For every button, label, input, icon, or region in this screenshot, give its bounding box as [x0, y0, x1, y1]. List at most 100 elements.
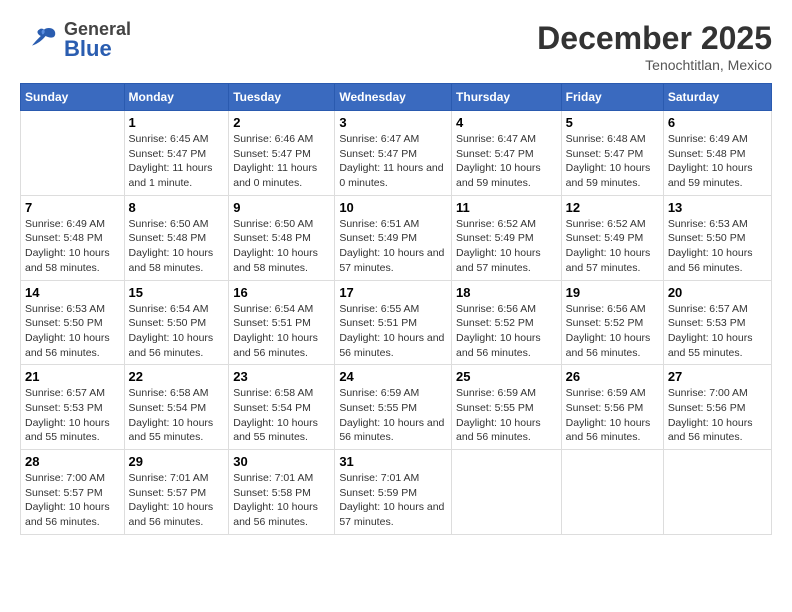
cell-content: Sunrise: 6:56 AMSunset: 5:52 PMDaylight:…	[566, 302, 659, 361]
cell-content: Sunrise: 6:54 AMSunset: 5:50 PMDaylight:…	[129, 302, 225, 361]
cell-content: Sunrise: 6:50 AMSunset: 5:48 PMDaylight:…	[233, 217, 330, 276]
day-number: 31	[339, 454, 447, 469]
day-number: 1	[129, 115, 225, 130]
header-day-thursday: Thursday	[452, 84, 562, 111]
calendar-week-row: 7 Sunrise: 6:49 AMSunset: 5:48 PMDaylight…	[21, 195, 772, 280]
location: Tenochtitlan, Mexico	[537, 57, 772, 73]
logo-icon	[20, 20, 60, 60]
cell-content: Sunrise: 7:01 AMSunset: 5:58 PMDaylight:…	[233, 471, 330, 530]
calendar-cell: 5 Sunrise: 6:48 AMSunset: 5:47 PMDaylight…	[561, 111, 663, 196]
calendar-cell: 25Sunrise: 6:59 AMSunset: 5:55 PMDayligh…	[452, 365, 562, 450]
day-number: 20	[668, 285, 767, 300]
calendar-cell: 9 Sunrise: 6:50 AMSunset: 5:48 PMDaylight…	[229, 195, 335, 280]
calendar-week-row: 28Sunrise: 7:00 AMSunset: 5:57 PMDayligh…	[21, 450, 772, 535]
day-number: 2	[233, 115, 330, 130]
header-day-friday: Friday	[561, 84, 663, 111]
logo-text: General Blue	[64, 20, 131, 60]
cell-content: Sunrise: 7:00 AMSunset: 5:56 PMDaylight:…	[668, 386, 767, 445]
day-number: 18	[456, 285, 557, 300]
calendar-cell: 18 Sunrise: 6:56 AMSunset: 5:52 PMDayligh…	[452, 280, 562, 365]
calendar-cell: 16 Sunrise: 6:54 AMSunset: 5:51 PMDayligh…	[229, 280, 335, 365]
calendar-week-row: 1 Sunrise: 6:45 AMSunset: 5:47 PMDaylight…	[21, 111, 772, 196]
calendar-cell: 29 Sunrise: 7:01 AMSunset: 5:57 PMDayligh…	[124, 450, 229, 535]
calendar-cell: 21 Sunrise: 6:57 AMSunset: 5:53 PMDayligh…	[21, 365, 125, 450]
cell-content: Sunrise: 6:51 AMSunset: 5:49 PMDaylight:…	[339, 217, 447, 276]
calendar-cell: 4Sunrise: 6:47 AMSunset: 5:47 PMDaylight…	[452, 111, 562, 196]
day-number: 14	[25, 285, 120, 300]
calendar-cell	[452, 450, 562, 535]
day-number: 26	[566, 369, 659, 384]
calendar-cell: 8 Sunrise: 6:50 AMSunset: 5:48 PMDaylight…	[124, 195, 229, 280]
day-number: 27	[668, 369, 767, 384]
cell-content: Sunrise: 6:54 AMSunset: 5:51 PMDaylight:…	[233, 302, 330, 361]
calendar-table: SundayMondayTuesdayWednesdayThursdayFrid…	[20, 83, 772, 535]
month-title: December 2025	[537, 20, 772, 57]
day-number: 24	[339, 369, 447, 384]
cell-content: Sunrise: 6:58 AMSunset: 5:54 PMDaylight:…	[233, 386, 330, 445]
day-number: 21	[25, 369, 120, 384]
logo: General Blue	[20, 20, 131, 60]
calendar-week-row: 14 Sunrise: 6:53 AMSunset: 5:50 PMDayligh…	[21, 280, 772, 365]
cell-content: Sunrise: 6:49 AMSunset: 5:48 PMDaylight:…	[668, 132, 767, 191]
cell-content: Sunrise: 6:56 AMSunset: 5:52 PMDaylight:…	[456, 302, 557, 361]
cell-content: Sunrise: 6:46 AMSunset: 5:47 PMDaylight:…	[233, 132, 330, 191]
logo-blue: Blue	[64, 38, 131, 60]
calendar-cell: 12 Sunrise: 6:52 AMSunset: 5:49 PMDayligh…	[561, 195, 663, 280]
day-number: 5	[566, 115, 659, 130]
calendar-cell: 3 Sunrise: 6:47 AMSunset: 5:47 PMDaylight…	[335, 111, 452, 196]
cell-content: Sunrise: 6:50 AMSunset: 5:48 PMDaylight:…	[129, 217, 225, 276]
day-number: 28	[25, 454, 120, 469]
day-number: 22	[129, 369, 225, 384]
calendar-cell	[21, 111, 125, 196]
calendar-cell: 30 Sunrise: 7:01 AMSunset: 5:58 PMDayligh…	[229, 450, 335, 535]
calendar-cell	[663, 450, 771, 535]
calendar-cell: 14 Sunrise: 6:53 AMSunset: 5:50 PMDayligh…	[21, 280, 125, 365]
cell-content: Sunrise: 6:45 AMSunset: 5:47 PMDaylight:…	[129, 132, 225, 191]
calendar-cell: 13Sunrise: 6:53 AMSunset: 5:50 PMDayligh…	[663, 195, 771, 280]
cell-content: Sunrise: 6:57 AMSunset: 5:53 PMDaylight:…	[25, 386, 120, 445]
calendar-cell: 23Sunrise: 6:58 AMSunset: 5:54 PMDayligh…	[229, 365, 335, 450]
calendar-cell: 11Sunrise: 6:52 AMSunset: 5:49 PMDayligh…	[452, 195, 562, 280]
cell-content: Sunrise: 6:47 AMSunset: 5:47 PMDaylight:…	[339, 132, 447, 191]
cell-content: Sunrise: 6:53 AMSunset: 5:50 PMDaylight:…	[25, 302, 120, 361]
day-number: 15	[129, 285, 225, 300]
day-number: 12	[566, 200, 659, 215]
calendar-cell: 15 Sunrise: 6:54 AMSunset: 5:50 PMDayligh…	[124, 280, 229, 365]
calendar-cell: 22 Sunrise: 6:58 AMSunset: 5:54 PMDayligh…	[124, 365, 229, 450]
day-number: 29	[129, 454, 225, 469]
cell-content: Sunrise: 6:55 AMSunset: 5:51 PMDaylight:…	[339, 302, 447, 361]
cell-content: Sunrise: 6:59 AMSunset: 5:56 PMDaylight:…	[566, 386, 659, 445]
day-number: 6	[668, 115, 767, 130]
day-number: 25	[456, 369, 557, 384]
page-header: General Blue December 2025 Tenochtitlan,…	[20, 20, 772, 73]
calendar-cell: 27 Sunrise: 7:00 AMSunset: 5:56 PMDayligh…	[663, 365, 771, 450]
cell-content: Sunrise: 6:58 AMSunset: 5:54 PMDaylight:…	[129, 386, 225, 445]
header-day-monday: Monday	[124, 84, 229, 111]
calendar-week-row: 21 Sunrise: 6:57 AMSunset: 5:53 PMDayligh…	[21, 365, 772, 450]
cell-content: Sunrise: 6:48 AMSunset: 5:47 PMDaylight:…	[566, 132, 659, 191]
day-number: 7	[25, 200, 120, 215]
calendar-cell: 20 Sunrise: 6:57 AMSunset: 5:53 PMDayligh…	[663, 280, 771, 365]
cell-content: Sunrise: 6:52 AMSunset: 5:49 PMDaylight:…	[566, 217, 659, 276]
day-number: 17	[339, 285, 447, 300]
cell-content: Sunrise: 7:01 AMSunset: 5:57 PMDaylight:…	[129, 471, 225, 530]
cell-content: Sunrise: 6:52 AMSunset: 5:49 PMDaylight:…	[456, 217, 557, 276]
day-number: 16	[233, 285, 330, 300]
day-number: 10	[339, 200, 447, 215]
cell-content: Sunrise: 6:53 AMSunset: 5:50 PMDaylight:…	[668, 217, 767, 276]
day-number: 4	[456, 115, 557, 130]
calendar-cell	[561, 450, 663, 535]
calendar-cell: 31 Sunrise: 7:01 AMSunset: 5:59 PMDayligh…	[335, 450, 452, 535]
cell-content: Sunrise: 6:57 AMSunset: 5:53 PMDaylight:…	[668, 302, 767, 361]
day-number: 8	[129, 200, 225, 215]
header-day-wednesday: Wednesday	[335, 84, 452, 111]
calendar-cell: 24 Sunrise: 6:59 AMSunset: 5:55 PMDayligh…	[335, 365, 452, 450]
cell-content: Sunrise: 7:01 AMSunset: 5:59 PMDaylight:…	[339, 471, 447, 530]
calendar-cell: 6 Sunrise: 6:49 AMSunset: 5:48 PMDaylight…	[663, 111, 771, 196]
calendar-cell: 28Sunrise: 7:00 AMSunset: 5:57 PMDayligh…	[21, 450, 125, 535]
cell-content: Sunrise: 6:49 AMSunset: 5:48 PMDaylight:…	[25, 217, 120, 276]
day-number: 9	[233, 200, 330, 215]
day-number: 30	[233, 454, 330, 469]
cell-content: Sunrise: 6:59 AMSunset: 5:55 PMDaylight:…	[339, 386, 447, 445]
day-number: 3	[339, 115, 447, 130]
